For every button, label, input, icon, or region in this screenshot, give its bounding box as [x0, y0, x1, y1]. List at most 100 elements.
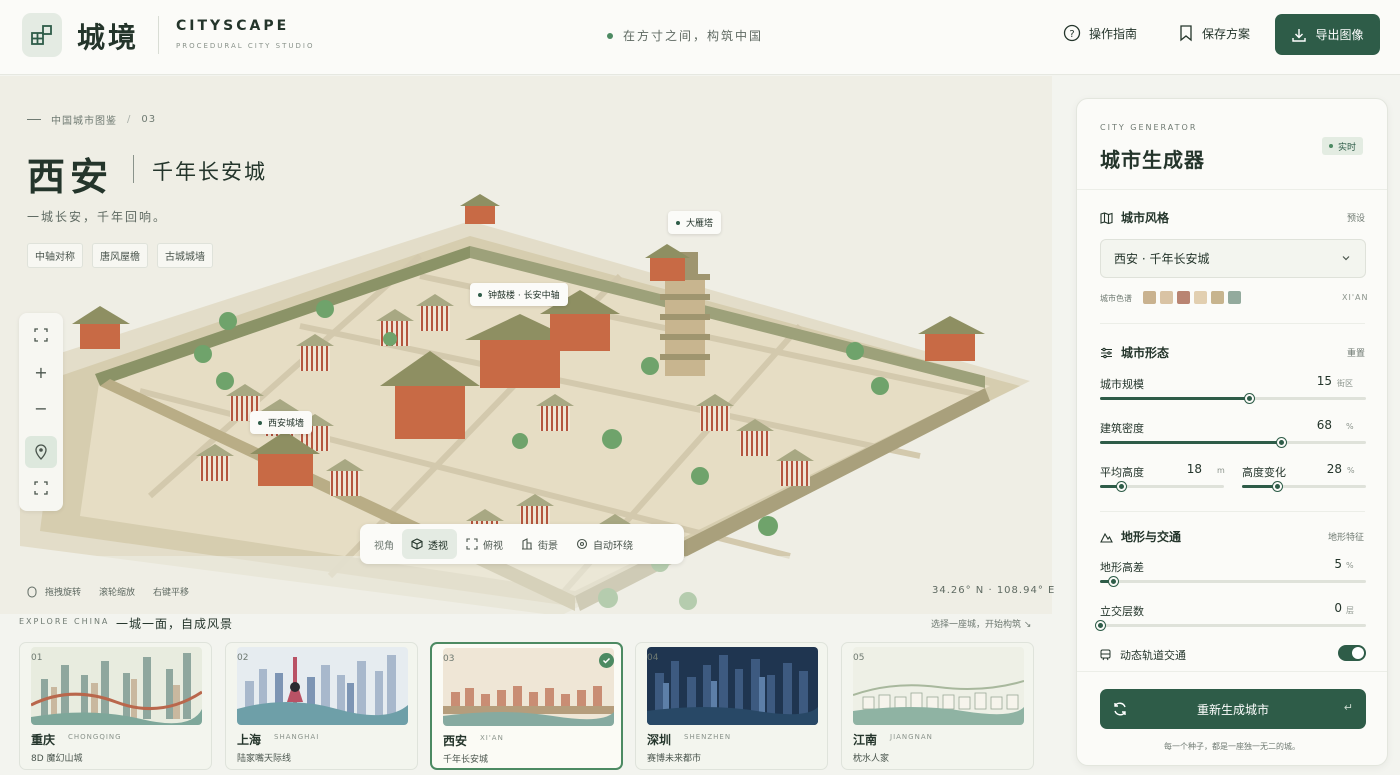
density-label: 建筑密度	[1100, 422, 1144, 435]
city-style-value: 西安 · 千年长安城	[1114, 252, 1210, 266]
palette-swatch[interactable]	[1194, 291, 1207, 304]
palette-swatch[interactable]	[1211, 291, 1224, 304]
card-city-name: 上海	[237, 733, 262, 747]
layers-slider[interactable]	[1096, 621, 1366, 630]
save-button[interactable]: 保存方案	[1178, 24, 1250, 42]
shanghai-art	[237, 647, 408, 725]
slider-thumb[interactable]	[1276, 438, 1286, 447]
export-button[interactable]: 导出图像	[1275, 14, 1380, 55]
chevron-down-icon	[1342, 256, 1350, 261]
bookmark-icon	[1180, 25, 1192, 42]
slider-thumb[interactable]	[1109, 577, 1119, 586]
height-var-label: 高度变化	[1242, 466, 1286, 479]
location-pin-icon[interactable]	[25, 436, 57, 468]
city-card-xian[interactable]: 03 西安 XI'AN 千年长安城	[430, 642, 623, 770]
map-controls: + −	[19, 313, 63, 511]
city-card-shenzhen[interactable]: 04 深圳 SHENZHEN 赛博未来都市	[635, 642, 828, 770]
panel-title: 城市生成器	[1100, 148, 1205, 172]
preset-link[interactable]: 预设	[1347, 211, 1365, 224]
terrain-slider[interactable]	[1100, 577, 1366, 586]
slider-fill	[1100, 397, 1249, 400]
refresh-icon	[1114, 702, 1126, 716]
palette-swatch[interactable]	[1228, 291, 1241, 304]
palette-swatch[interactable]	[1160, 291, 1173, 304]
slider-thumb[interactable]	[1117, 482, 1127, 491]
style-section-label: 城市风格	[1121, 211, 1170, 225]
height-var-slider[interactable]	[1242, 482, 1366, 491]
svg-text:?: ?	[1069, 29, 1074, 40]
layers-label: 立交层数	[1100, 605, 1144, 618]
card-city-en: CHONGQING	[68, 733, 122, 741]
sliders-icon	[1101, 347, 1112, 358]
view-orbit-button[interactable]: 自动环绕	[567, 529, 642, 559]
guide-button[interactable]: ? 操作指南	[1063, 24, 1137, 42]
height-slider[interactable]	[1100, 482, 1224, 491]
logo-cn: 城境	[77, 21, 140, 54]
card-number: 01	[31, 653, 43, 663]
city-card-shanghai[interactable]: 02 上海 SHANGHAI 陆家嘴天际线	[225, 642, 418, 770]
hint-rotate: 拖拽旋转	[27, 585, 81, 598]
transit-row: 动态轨道交通	[1100, 647, 1186, 663]
terrain-feature-link[interactable]: 地形特征	[1328, 530, 1364, 543]
breadcrumb-index: 03	[141, 114, 157, 125]
zoom-out-icon[interactable]: −	[25, 392, 57, 424]
map-label-axis[interactable]: 钟鼓楼 · 长安中轴	[470, 283, 568, 306]
divider	[1100, 511, 1365, 512]
reset-link[interactable]: 重置	[1347, 346, 1365, 359]
city-card-jiangnan[interactable]: 05 江南 JIANGNAN 枕水人家	[841, 642, 1034, 770]
live-dot	[1329, 144, 1333, 148]
fullscreen-icon[interactable]	[25, 472, 57, 504]
explore-title-cn: 一城一面，自成风景	[116, 617, 234, 631]
slider-thumb[interactable]	[1272, 482, 1282, 491]
marker-dot	[478, 292, 482, 297]
slider-thumb[interactable]	[1096, 621, 1105, 630]
view-perspective-button[interactable]: 透视	[402, 529, 457, 559]
title-divider	[133, 155, 134, 183]
orbit-icon	[576, 538, 588, 550]
map-label-pagoda[interactable]: 大雁塔	[668, 211, 722, 234]
city-subtitle: 千年长安城	[152, 160, 267, 184]
breadcrumb-text[interactable]: 中国城市图鉴	[51, 112, 117, 127]
height-label: 平均高度	[1100, 466, 1144, 479]
city-generator-panel: CITY GENERATOR 城市生成器 实时 城市风格 预设 西安 · 千年长…	[1076, 98, 1388, 766]
card-desc: 赛博未来都市	[647, 754, 702, 764]
map-label-text: 钟鼓楼 · 长安中轴	[488, 291, 560, 301]
terrain-unit: %	[1346, 561, 1354, 570]
palette-label: 城市色谱	[1100, 294, 1132, 303]
scale-unit: 街区	[1337, 379, 1353, 388]
style-section-title: 城市风格	[1100, 209, 1169, 226]
divider	[1077, 671, 1387, 672]
live-badge-text: 实时	[1338, 142, 1357, 153]
export-label: 导出图像	[1315, 28, 1364, 42]
terrain-label: 地形高差	[1100, 561, 1144, 574]
divider	[158, 16, 159, 54]
view-street-button[interactable]: 街景	[512, 529, 567, 559]
map-label-wall[interactable]: 西安城墙	[250, 411, 313, 434]
view-top-button[interactable]: 俯视	[457, 529, 512, 559]
cube-icon	[411, 538, 423, 550]
city-card-chongqing[interactable]: 01 重庆 CHONGQING 8D 魔幻山城	[19, 642, 212, 770]
regenerate-button[interactable]: 重新生成城市 ↵	[1100, 689, 1366, 729]
expand-icon[interactable]	[25, 319, 57, 351]
slider-fill	[1242, 485, 1277, 488]
card-city-en: SHANGHAI	[274, 733, 320, 741]
palette-swatch[interactable]	[1143, 291, 1156, 304]
palette-swatch[interactable]	[1177, 291, 1190, 304]
density-slider[interactable]	[1100, 438, 1366, 447]
city-style-select[interactable]: 西安 · 千年长安城	[1100, 239, 1366, 278]
city-title: 西安	[27, 155, 114, 199]
app-header: 城境 CITYSCAPE PROCEDURAL CITY STUDIO 在方寸之…	[0, 0, 1400, 75]
chongqing-art	[31, 647, 202, 725]
view-street-label: 街景	[538, 540, 558, 552]
interaction-hints: 拖拽旋转 滚轮缩放 右键平移	[27, 585, 189, 598]
transit-toggle[interactable]	[1338, 645, 1366, 661]
density-unit: %	[1346, 422, 1354, 431]
download-icon	[1292, 28, 1307, 42]
card-city-en: XI'AN	[480, 734, 504, 742]
zoom-in-icon[interactable]: +	[25, 356, 57, 388]
scale-slider[interactable]	[1100, 394, 1366, 403]
form-section-title: 城市形态	[1100, 344, 1169, 361]
card-number: 05	[853, 653, 865, 663]
slider-thumb[interactable]	[1244, 394, 1254, 403]
explore-title-en: EXPLORE CHINA	[19, 617, 110, 626]
